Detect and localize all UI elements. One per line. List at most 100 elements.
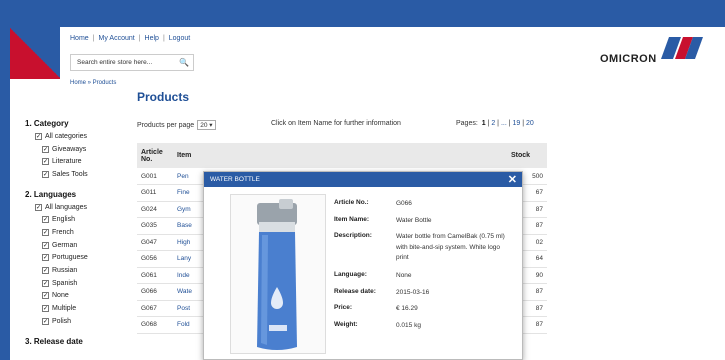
page-2[interactable]: 2 [491,120,495,127]
detail-row: Release date: 2015-03-16 [334,288,511,305]
detail-row: Language: None [334,271,511,288]
omicron-logo: OMICRON [600,37,703,65]
category-item-giveaways[interactable]: ✓ Giveaways [25,143,135,156]
detail-value: € 16.29 [396,305,418,312]
language-item-spanish[interactable]: ✓ Spanish [25,277,135,290]
detail-value: Water Bottle [396,216,432,224]
checkbox-icon[interactable]: ✓ [42,158,49,166]
detail-value: 0.015 kg [396,321,421,329]
category-section: 1. Category ✓ All categories ✓ Giveaways ✓… [25,119,135,181]
detail-value: G066 [396,200,412,207]
breadcrumb[interactable]: Home » Products [70,80,116,86]
detail-label: Release date: [334,287,376,295]
language-item-russian[interactable]: ✓ Russian [25,264,135,277]
release-title: 3. Release date [25,336,83,346]
checkbox-icon[interactable]: ✓ [42,170,49,178]
page-19[interactable]: 19 [513,120,521,127]
checkbox-icon[interactable]: ✓ [42,267,49,275]
separator: | [162,35,165,42]
col-stock[interactable]: Stock [507,143,547,168]
cell-article: G047 [137,234,173,251]
cell-article: G061 [137,267,173,284]
detail-label: Article No.: [334,199,369,206]
my-account-link[interactable]: My Account [99,35,135,42]
help-link[interactable]: Help [145,35,159,42]
cell-article: G001 [137,168,173,185]
checkbox-icon[interactable]: ✓ [35,132,42,140]
checkbox-icon[interactable]: ✓ [42,241,49,249]
checkbox-icon[interactable]: ✓ [42,305,49,313]
cell-article: G035 [137,217,173,235]
col-article[interactable]: Article No. [137,143,173,168]
cell-article: G067 [137,300,173,317]
detail-value: Water bottle from CamelBak (0.75 ml) wit… [396,233,505,261]
modal-title: WATER BOTTLE [210,176,260,183]
category-item-sales-tools[interactable]: ✓ Sales Tools [25,168,135,181]
language-item-german[interactable]: ✓ German [25,239,135,252]
checkbox-icon[interactable]: ✓ [42,145,49,153]
cell-article: G068 [137,316,173,334]
pagination: Pages: 1 | 2 | ... | 19 | 20 [456,120,534,127]
detail-row: Article No.: G066 [334,199,511,216]
cell-article: G024 [137,201,173,218]
detail-row: Weight: 0.015 kg [334,321,511,338]
detail-value: None [396,272,412,279]
checkbox-icon[interactable]: ✓ [42,292,49,300]
cell-article: G056 [137,250,173,268]
checkbox-icon[interactable]: ✓ [42,228,49,236]
home-link[interactable]: Home [70,35,89,42]
category-all-checkbox[interactable]: ✓ All categories [25,130,135,143]
languages-section: 2. Languages ✓ All languages ✓ English ✓ Fr… [25,190,135,328]
search-placeholder: Search entire store here... [77,59,153,66]
products-main: Products Products per page 20 ▾ Click on… [137,90,547,334]
cell-article: G011 [137,184,173,202]
languages-all-checkbox[interactable]: ✓ All languages [25,201,135,214]
product-detail-modal: WATER BOTTLE ✕ Article No.: G066 Item Name… [203,171,523,360]
detail-row: Item Name: Water Bottle [334,216,511,233]
language-item-portuguese[interactable]: ✓ Portuguese [25,252,135,265]
chevron-down-icon: ▾ [209,122,213,129]
release-section: 3. Release date [25,337,135,346]
checkbox-icon[interactable]: ✓ [42,254,49,262]
close-icon[interactable]: ✕ [508,173,517,186]
detail-label: Weight: [334,320,358,328]
product-details: Article No.: G066 Item Name: Water Bottle De… [334,199,511,337]
product-image [230,194,326,354]
separator: | [92,35,95,42]
water-bottle-image [257,199,297,350]
detail-value: 2015-03-16 [396,288,430,296]
checkbox-icon[interactable]: ✓ [42,317,49,325]
language-item-english[interactable]: ✓ English [25,213,135,226]
category-title: 1. Category [25,119,69,128]
info-hint: Click on Item Name for further informati… [271,120,401,127]
checkbox-icon[interactable]: ✓ [42,279,49,287]
logo-mark-icon [660,37,703,65]
page-20[interactable]: 20 [526,120,534,127]
detail-label: Price: [334,304,353,311]
modal-header: WATER BOTTLE ✕ [204,172,522,187]
detail-label: Language: [334,271,367,278]
category-item-literature[interactable]: ✓ Literature [25,155,135,168]
per-page-select[interactable]: 20 ▾ [197,120,216,130]
page-ellipsis: ... [500,120,507,127]
col-item[interactable]: Item [173,143,507,168]
per-page-label: Products per page [137,121,195,129]
checkbox-icon[interactable]: ✓ [35,203,42,211]
language-item-multiple[interactable]: ✓ Multiple [25,302,135,315]
logo-text: OMICRON [600,52,657,65]
language-item-polish[interactable]: ✓ Polish [25,315,135,328]
products-toolbar: Products per page 20 ▾ Click on Item Nam… [137,120,547,130]
page-1[interactable]: 1 [482,120,486,127]
checkbox-icon[interactable]: ✓ [42,216,49,224]
languages-title: 2. Languages [25,189,77,199]
filter-sidebar: 1. Category ✓ All categories ✓ Giveaways ✓… [25,119,135,355]
logout-link[interactable]: Logout [169,35,190,42]
detail-row: Price: € 16.29 [334,304,511,321]
search-input[interactable]: Search entire store here... 🔍 [70,54,194,71]
language-item-none[interactable]: ✓ None [25,290,135,303]
page-title: Products [137,90,190,104]
red-corner-decoration [10,27,60,79]
search-icon[interactable]: 🔍 [179,58,189,67]
language-item-french[interactable]: ✓ French [25,226,135,239]
cell-article: G066 [137,283,173,301]
